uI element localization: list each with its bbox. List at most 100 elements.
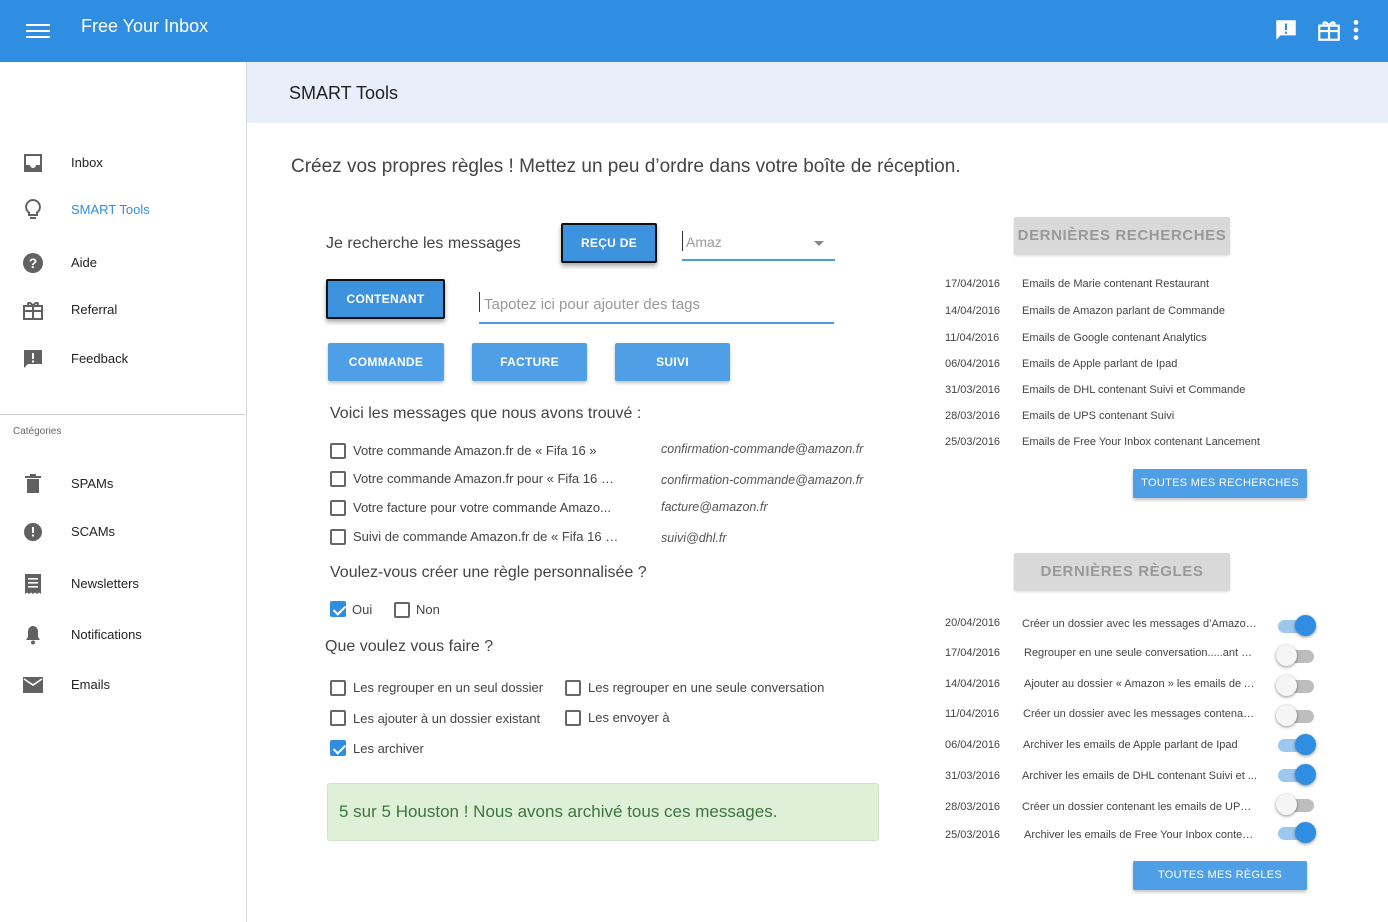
received-from-button[interactable]: REÇU DE: [561, 223, 657, 263]
tag-commande-button[interactable]: COMMANDE: [328, 343, 444, 381]
sidebar-item-label: Feedback: [71, 351, 129, 366]
gift-icon: [23, 302, 43, 320]
sidebar-item-label: Inbox: [71, 155, 103, 170]
page-headline: Créez vos propres règles ! Mettez un peu…: [291, 156, 961, 177]
categories-title: Catégories: [13, 426, 62, 437]
message-subject: Votre facture pour votre commande Amazo.…: [353, 500, 611, 515]
sidebar-item-emails[interactable]: Emails: [0, 665, 246, 705]
sidebar-item-label: Referral: [71, 302, 118, 317]
inbox-icon: [24, 154, 42, 172]
action-existing-folder-checkbox[interactable]: [330, 710, 346, 726]
sender-input[interactable]: Amaz: [682, 231, 835, 261]
containing-button[interactable]: CONTENANT: [326, 279, 445, 319]
trash-icon: [25, 474, 41, 493]
rule-row-date: 17/04/2016: [945, 647, 1001, 659]
sidebar-item-referral[interactable]: Referral: [0, 290, 246, 330]
search-row-text[interactable]: Emails de Free Your Inbox contenant Lanc…: [1022, 436, 1272, 448]
search-row-text[interactable]: Emails de DHL contenant Suivi et Command…: [1022, 384, 1272, 396]
search-row-text[interactable]: Emails de Apple parlant de Ipad: [1022, 358, 1272, 370]
text-cursor: [682, 231, 683, 251]
app-bar: Free Your Inbox: [0, 0, 1388, 62]
rule-row-text[interactable]: Archiver les emails de DHL contenant Sui…: [1022, 770, 1257, 782]
gift-icon[interactable]: [1316, 17, 1342, 43]
sidebar-item-newsletters[interactable]: Newsletters: [0, 564, 246, 604]
search-row-date: 28/03/2016: [945, 410, 1001, 422]
svg-text:?: ?: [29, 255, 38, 271]
yes-checkbox[interactable]: [330, 601, 346, 617]
message-checkbox[interactable]: [330, 471, 346, 487]
rule-row-date: 28/03/2016: [945, 801, 1001, 813]
no-label: Non: [416, 602, 440, 617]
message-subject: Votre commande Amazon.fr pour « Fifa 16 …: [353, 471, 618, 486]
sidebar-item-smart-tools[interactable]: SMART Tools: [0, 190, 246, 230]
rule-row-text[interactable]: Regrouper en une seule conversation.....…: [1024, 647, 1257, 659]
sidebar-item-aide[interactable]: ? Aide: [0, 243, 246, 283]
sidebar-item-label: Notifications: [71, 627, 142, 642]
search-row-text[interactable]: Emails de Amazon parlant de Commande: [1022, 305, 1272, 317]
tags-input-placeholder: Tapotez ici pour ajouter des tags: [484, 296, 700, 313]
feedback-icon[interactable]: [1273, 17, 1299, 43]
rule-toggle[interactable]: [1276, 705, 1316, 727]
search-row-text[interactable]: Emails de Marie contenant Restaurant: [1022, 278, 1272, 290]
message-subject: Suivi de commande Amazon.fr de « Fifa 16…: [353, 529, 623, 544]
all-rules-button[interactable]: TOUTES MES RÈGLES: [1133, 861, 1307, 890]
message-sender: confirmation-commande@amazon.fr: [661, 442, 864, 456]
search-label: Je recherche les messages: [326, 235, 521, 252]
rule-row-text[interactable]: Créer un dossier avec les messages d’Ama…: [1022, 618, 1257, 630]
sender-input-value: Amaz: [686, 234, 722, 250]
rule-row-date: 25/03/2016: [945, 829, 1001, 841]
sidebar-item-label: Emails: [71, 677, 111, 692]
sidebar-item-inbox[interactable]: Inbox: [0, 143, 246, 183]
recent-rules-header: DERNIÈRES RÈGLES: [1014, 553, 1230, 591]
rule-toggle[interactable]: [1276, 822, 1316, 844]
alert-icon: [24, 523, 42, 541]
rule-toggle[interactable]: [1276, 794, 1316, 816]
tags-input[interactable]: Tapotez ici pour ajouter des tags: [479, 292, 834, 324]
custom-rule-question: Voulez-vous créer une règle personnalisé…: [330, 564, 647, 581]
rule-row-text[interactable]: Archiver les emails de Free Your Inbox c…: [1024, 829, 1257, 841]
action-label: Les archiver: [353, 741, 424, 756]
search-row-text[interactable]: Emails de Google contenant Analytics: [1022, 332, 1272, 344]
action-send-to-checkbox[interactable]: [565, 710, 581, 726]
rule-row-text[interactable]: Ajouter au dossier « Amazon » les emails…: [1024, 678, 1257, 690]
tag-facture-button[interactable]: FACTURE: [472, 343, 587, 381]
action-archive-checkbox[interactable]: [330, 740, 346, 756]
sidebar-item-label: Newsletters: [71, 576, 139, 591]
sidebar-item-label: SPAMs: [71, 476, 114, 491]
rule-toggle[interactable]: [1276, 764, 1316, 786]
message-subject: Votre commande Amazon.fr de « Fifa 16 »: [353, 443, 597, 458]
action-group-conversation-checkbox[interactable]: [565, 680, 581, 696]
rule-row-text[interactable]: Créer un dossier contenant les emails de…: [1022, 801, 1257, 813]
all-searches-button[interactable]: TOUTES MES RECHERCHES: [1133, 469, 1307, 498]
rule-row-text[interactable]: Archiver les emails de Apple parlant de …: [1023, 739, 1257, 751]
rule-toggle[interactable]: [1276, 675, 1316, 697]
action-group-folder-checkbox[interactable]: [330, 680, 346, 696]
rule-toggle[interactable]: [1276, 645, 1316, 667]
sidebar-item-scams[interactable]: SCAMs: [0, 512, 246, 552]
feedback-icon: [24, 350, 42, 368]
tag-suivi-button[interactable]: SUIVI: [615, 343, 730, 381]
bell-icon: [26, 626, 40, 645]
message-checkbox[interactable]: [330, 443, 346, 459]
chevron-down-icon[interactable]: [814, 241, 824, 246]
message-sender: confirmation-commande@amazon.fr: [661, 473, 864, 487]
rule-toggle[interactable]: [1276, 734, 1316, 756]
search-row-date: 17/04/2016: [945, 278, 1001, 290]
search-row-date: 06/04/2016: [945, 358, 1001, 370]
app-title: Free Your Inbox: [81, 16, 209, 36]
sidebar-item-feedback[interactable]: Feedback: [0, 339, 246, 379]
sidebar-item-notifications[interactable]: Notifications: [0, 615, 246, 655]
search-row-text[interactable]: Emails de UPS contenant Suivi: [1022, 410, 1272, 422]
sidebar-item-label: SMART Tools: [71, 202, 150, 217]
sidebar-item-spams[interactable]: SPAMs: [0, 464, 246, 504]
more-vert-icon[interactable]: [1348, 17, 1364, 43]
rule-row-text[interactable]: Créer un dossier avec les messages conte…: [1023, 708, 1257, 720]
mail-icon: [23, 677, 43, 693]
action-label: Les ajouter à un dossier existant: [353, 711, 541, 726]
message-checkbox[interactable]: [330, 529, 346, 545]
menu-icon[interactable]: [26, 20, 50, 40]
rule-toggle[interactable]: [1276, 615, 1316, 637]
message-checkbox[interactable]: [330, 500, 346, 516]
no-checkbox[interactable]: [394, 602, 410, 618]
actions-question: Que voulez vous faire ?: [325, 638, 494, 655]
